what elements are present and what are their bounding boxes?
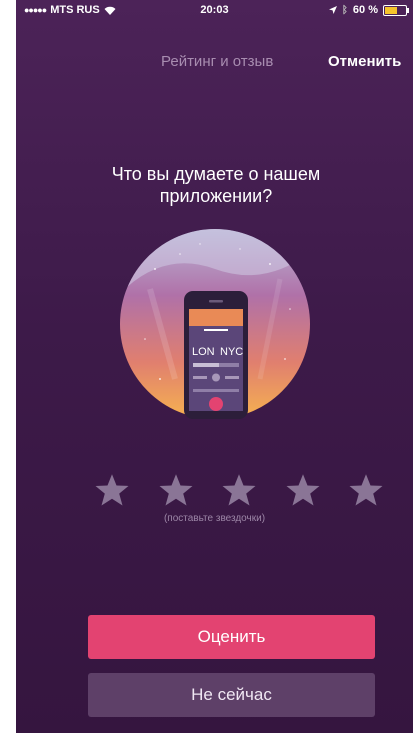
battery-percent: 60 %: [352, 4, 378, 16]
star-1[interactable]: [94, 472, 130, 508]
app-screen: ●●●●● MTS RUS 20:03 ᛒ 60 % Рейтинг и отз…: [16, 0, 413, 733]
status-bar: ●●●●● MTS RUS 20:03 ᛒ 60 %: [16, 0, 413, 22]
navigation-bar: Рейтинг и отзыв Отменить: [16, 22, 413, 74]
star-rating: [94, 472, 384, 508]
battery-icon: [383, 4, 409, 16]
page-title: Рейтинг и отзыв: [161, 53, 274, 70]
battery-fill: [385, 6, 397, 14]
not-now-button[interactable]: Не сейчас: [88, 673, 375, 717]
star-5[interactable]: [348, 472, 384, 508]
star-3[interactable]: [221, 472, 257, 508]
cancel-button[interactable]: Отменить: [328, 53, 401, 70]
route-from: LON: [192, 346, 215, 358]
rating-hint: (поставьте звездочки): [163, 513, 266, 524]
rating-question: Что вы думаете о нашем приложении?: [111, 164, 321, 206]
app-illustration: LON NYC: [120, 229, 310, 419]
star-4[interactable]: [285, 472, 321, 508]
bluetooth-icon: ᛒ: [341, 4, 348, 16]
rate-button[interactable]: Оценить: [88, 615, 375, 659]
location-icon: [328, 6, 337, 14]
star-2[interactable]: [158, 472, 194, 508]
route-to: NYC: [220, 346, 243, 358]
